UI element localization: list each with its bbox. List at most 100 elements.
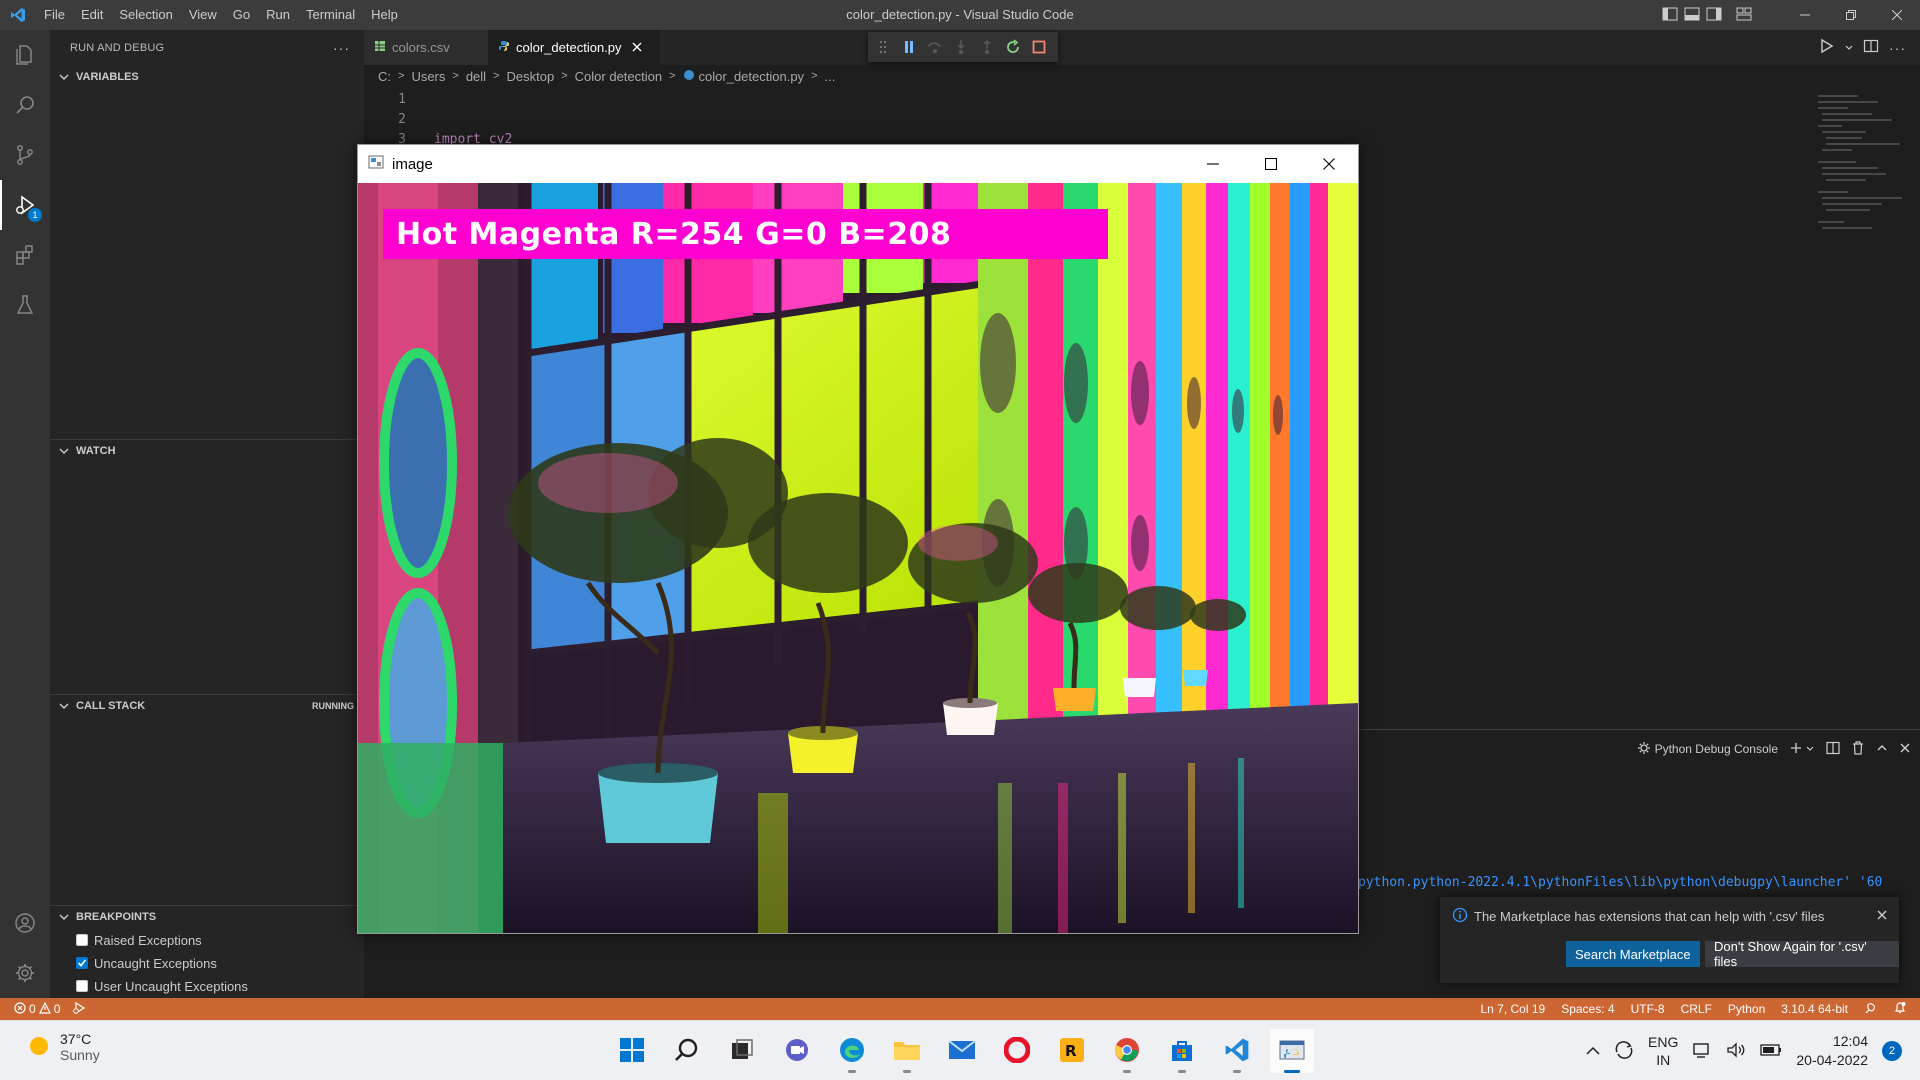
extensions-icon[interactable]: [0, 230, 50, 280]
new-terminal-icon[interactable]: [1790, 742, 1802, 757]
menu-edit[interactable]: Edit: [73, 0, 111, 30]
search-marketplace-button[interactable]: Search Marketplace: [1566, 941, 1700, 967]
start-button[interactable]: [610, 1029, 654, 1073]
teams-chat-button[interactable]: [775, 1029, 819, 1073]
minimize-icon[interactable]: [1782, 0, 1828, 30]
maximize-icon[interactable]: [1242, 145, 1300, 183]
run-and-debug-icon[interactable]: 1: [0, 180, 50, 230]
minimize-icon[interactable]: [1184, 145, 1242, 183]
opera-button[interactable]: [995, 1029, 1039, 1073]
breadcrumb-item[interactable]: Color detection: [575, 69, 662, 84]
menu-selection[interactable]: Selection: [111, 0, 180, 30]
breadcrumb-item[interactable]: C:: [378, 69, 391, 84]
restore-icon[interactable]: [1828, 0, 1874, 30]
chevron-up-icon[interactable]: [1876, 742, 1888, 757]
dont-show-again-button[interactable]: Don't Show Again for '.csv' files: [1705, 939, 1899, 969]
language-mode[interactable]: Python: [1728, 1002, 1765, 1016]
checkbox[interactable]: [76, 934, 88, 946]
more-actions-icon[interactable]: ···: [333, 40, 350, 56]
menu-view[interactable]: View: [181, 0, 225, 30]
python-image-window-button[interactable]: [1270, 1029, 1314, 1073]
input-language-indicator[interactable]: ENG IN: [1648, 1033, 1678, 1069]
breakpoint-uncaught-exceptions[interactable]: Uncaught Exceptions: [76, 952, 217, 974]
rockstar-launcher-button[interactable]: R: [1050, 1029, 1094, 1073]
checkbox-checked[interactable]: [76, 957, 88, 969]
clock[interactable]: 12:04 20-04-2022: [1796, 1032, 1868, 1070]
drag-handle-icon[interactable]: [874, 38, 892, 56]
file-explorer-button[interactable]: [885, 1029, 929, 1073]
chrome-button[interactable]: [1105, 1029, 1149, 1073]
image-window-titlebar[interactable]: image: [358, 145, 1358, 183]
toggle-sidebar-icon[interactable]: [1662, 7, 1678, 24]
task-view-button[interactable]: [720, 1029, 764, 1073]
run-python-file-icon[interactable]: [1819, 38, 1835, 57]
menu-go[interactable]: Go: [225, 0, 258, 30]
trash-icon[interactable]: [1852, 740, 1864, 758]
step-into-icon[interactable]: [952, 38, 970, 56]
close-window-icon[interactable]: [1300, 145, 1358, 183]
menu-help[interactable]: Help: [363, 0, 406, 30]
microsoft-store-button[interactable]: [1160, 1029, 1204, 1073]
mail-button[interactable]: [940, 1029, 984, 1073]
breakpoint-raised-exceptions[interactable]: Raised Exceptions: [76, 929, 202, 951]
watch-section-header[interactable]: WATCH: [50, 440, 364, 462]
breakpoints-section-header[interactable]: BREAKPOINTS: [50, 906, 364, 928]
notification-center-badge[interactable]: 2: [1882, 1041, 1902, 1061]
variables-section-header[interactable]: VARIABLES: [50, 66, 364, 88]
notifications-bell-icon[interactable]: [1894, 1001, 1906, 1018]
checkbox[interactable]: [76, 980, 88, 992]
explorer-icon[interactable]: [0, 30, 50, 80]
search-icon[interactable]: [0, 80, 50, 130]
close-notification-icon[interactable]: [1877, 907, 1887, 923]
source-control-icon[interactable]: [0, 130, 50, 180]
taskbar-search-button[interactable]: [665, 1029, 709, 1073]
encoding[interactable]: UTF-8: [1631, 1002, 1665, 1016]
minimap[interactable]: [1814, 91, 1904, 251]
menu-terminal[interactable]: Terminal: [298, 0, 363, 30]
stained-glass-photo[interactable]: Hot Magenta R=254 G=0 B=208: [358, 183, 1358, 933]
chevron-down-icon[interactable]: [1845, 40, 1853, 55]
volume-icon[interactable]: [1726, 1041, 1746, 1062]
python-interpreter[interactable]: 3.10.4 64-bit: [1781, 1002, 1848, 1016]
tab-colors-csv[interactable]: colors.csv: [364, 30, 488, 65]
split-editor-icon[interactable]: [1863, 38, 1879, 57]
cursor-position[interactable]: Ln 7, Col 19: [1480, 1002, 1545, 1016]
toggle-panel-icon[interactable]: [1684, 7, 1700, 24]
debug-launch-icon[interactable]: [72, 1001, 86, 1017]
testing-icon[interactable]: [0, 280, 50, 330]
close-tab-icon[interactable]: [632, 40, 642, 55]
problems-indicator[interactable]: 0 0: [14, 1001, 60, 1017]
step-out-icon[interactable]: [978, 38, 996, 56]
tab-color-detection-py[interactable]: color_detection.py: [488, 30, 660, 65]
edge-browser-button[interactable]: [830, 1029, 874, 1073]
call-stack-section-header[interactable]: CALL STACK RUNNING: [50, 695, 364, 717]
pause-icon[interactable]: [900, 38, 918, 56]
restart-icon[interactable]: [1004, 38, 1022, 56]
menu-file[interactable]: File: [36, 0, 73, 30]
close-window-icon[interactable]: [1874, 0, 1920, 30]
breadcrumb-item[interactable]: ...: [825, 69, 836, 84]
vscode-taskbar-button[interactable]: [1215, 1029, 1259, 1073]
opencv-image-window[interactable]: image Hot Magenta R=254 G=0 B=208: [357, 144, 1359, 934]
customize-layout-icon[interactable]: [1736, 7, 1752, 24]
chevron-down-icon[interactable]: [1806, 742, 1814, 756]
split-terminal-icon[interactable]: [1826, 741, 1840, 758]
indentation[interactable]: Spaces: 4: [1561, 1002, 1614, 1016]
step-over-icon[interactable]: [926, 38, 944, 56]
breadcrumb-item[interactable]: color_detection.py: [699, 69, 805, 84]
terminal-selector[interactable]: Python Debug Console: [1655, 742, 1778, 756]
feedback-icon[interactable]: [1864, 1001, 1878, 1018]
breakpoint-user-uncaught-exceptions[interactable]: User Uncaught Exceptions: [76, 975, 248, 997]
breadcrumb-item[interactable]: dell: [466, 69, 486, 84]
close-panel-icon[interactable]: [1900, 742, 1910, 756]
stop-icon[interactable]: [1030, 38, 1048, 56]
account-icon[interactable]: [0, 898, 50, 948]
more-actions-icon[interactable]: ···: [1889, 40, 1906, 56]
battery-icon[interactable]: [1760, 1043, 1782, 1060]
weather-widget[interactable]: 37°C Sunny: [28, 1031, 100, 1063]
breadcrumb-item[interactable]: Desktop: [507, 69, 555, 84]
network-icon[interactable]: [1692, 1041, 1712, 1062]
end-of-line[interactable]: CRLF: [1681, 1002, 1712, 1016]
sync-icon[interactable]: [1614, 1040, 1634, 1063]
menu-run[interactable]: Run: [258, 0, 298, 30]
